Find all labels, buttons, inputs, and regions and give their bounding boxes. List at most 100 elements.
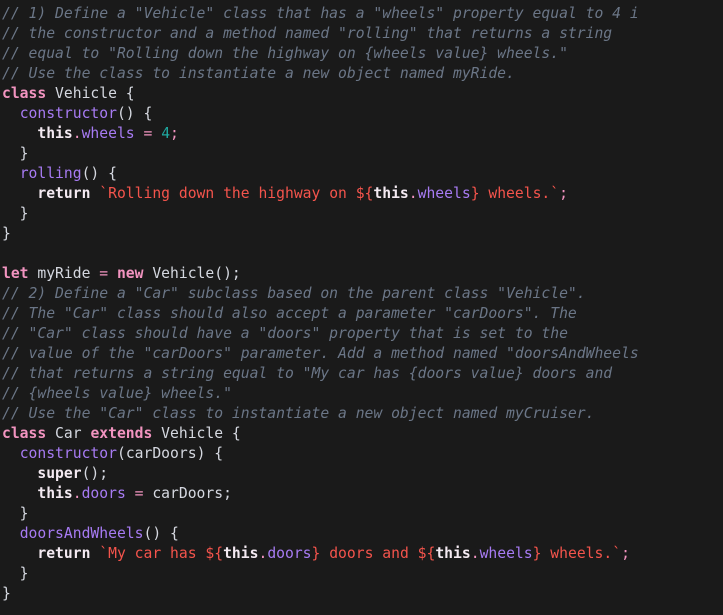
code-editor-surface[interactable]: // 1) Define a "Vehicle" class that has … bbox=[0, 0, 723, 615]
dot-operator: . bbox=[72, 125, 82, 142]
code-line: rolling() { bbox=[0, 164, 723, 184]
keyword-class: class bbox=[2, 425, 47, 442]
code-line: // value of the "carDoors" parameter. Ad… bbox=[0, 344, 723, 364]
code-line: this.wheels = 4; bbox=[0, 124, 723, 144]
code-line: doorsAndWheels() { bbox=[0, 524, 723, 544]
closing-brace: } bbox=[2, 585, 11, 602]
comment-text: // "Car" class should have a "doors" pro… bbox=[2, 325, 568, 342]
code-line: constructor(carDoors) { bbox=[0, 444, 723, 464]
keyword-this: this bbox=[373, 185, 409, 202]
superclass-name-vehicle: Vehicle { bbox=[152, 425, 241, 442]
code-line: // that returns a string equal to "My ca… bbox=[0, 364, 723, 384]
code-line: super(); bbox=[0, 464, 723, 484]
keyword-let: let bbox=[2, 265, 29, 282]
keyword-class: class bbox=[2, 85, 47, 102]
code-line: class Car extends Vehicle { bbox=[0, 424, 723, 444]
code-line: // {wheels value} wheels." bbox=[0, 384, 723, 404]
code-line: // equal to "Rolling down the highway on… bbox=[0, 44, 723, 64]
code-line: // The "Car" class should also accept a … bbox=[0, 304, 723, 324]
code-line: } bbox=[0, 504, 723, 524]
punctuation: () { bbox=[81, 165, 117, 182]
keyword-this: this bbox=[435, 545, 471, 562]
keyword-this: this bbox=[37, 485, 73, 502]
semicolon: ; bbox=[559, 185, 568, 202]
comment-text: // {wheels value} wheels." bbox=[2, 385, 232, 402]
closing-brace: } bbox=[2, 205, 29, 222]
class-name-vehicle: Vehicle { bbox=[46, 85, 135, 102]
number-literal: 4 bbox=[161, 125, 171, 142]
keyword-this: this bbox=[37, 125, 73, 142]
dot-operator: . bbox=[72, 485, 82, 502]
keyword-return: return bbox=[37, 545, 91, 562]
closing-brace: } bbox=[2, 145, 29, 162]
template-string: `Rolling down the highway on bbox=[90, 185, 356, 202]
property-wheels: wheels bbox=[479, 545, 533, 562]
code-line: class Vehicle { bbox=[0, 84, 723, 104]
comment-text: // value of the "carDoors" parameter. Ad… bbox=[2, 345, 639, 362]
assignment-operator: = bbox=[134, 125, 162, 142]
code-line: return `My car has ${this.doors} doors a… bbox=[0, 544, 723, 564]
closing-brace: } bbox=[2, 505, 29, 522]
template-string: wheels.` bbox=[541, 545, 622, 562]
comment-text: // the constructor and a method named "r… bbox=[2, 25, 613, 42]
property-doors: doors bbox=[81, 485, 126, 502]
property-wheels: wheels bbox=[417, 185, 471, 202]
code-line: } bbox=[0, 564, 723, 584]
punctuation: () { bbox=[116, 105, 153, 122]
punctuation: (); bbox=[81, 465, 109, 482]
code-line: } bbox=[0, 584, 723, 604]
keyword-extends: extends bbox=[90, 425, 153, 442]
dot-operator: . bbox=[408, 185, 418, 202]
closing-brace: } bbox=[2, 565, 29, 582]
code-line: } bbox=[0, 224, 723, 244]
constructor-call-vehicle: Vehicle(); bbox=[143, 265, 241, 282]
comment-text: // 1) Define a "Vehicle" class that has … bbox=[2, 5, 639, 22]
assignment-operator: = bbox=[125, 485, 153, 502]
dot-operator: . bbox=[470, 545, 480, 562]
code-block[interactable]: // 1) Define a "Vehicle" class that has … bbox=[0, 4, 723, 604]
comment-text: // 2) Define a "Car" subclass based on t… bbox=[2, 285, 586, 302]
interpolation-close: } bbox=[470, 185, 480, 202]
method-doorsandwheels: doorsAndWheels bbox=[19, 525, 144, 542]
variable-myride: myRide bbox=[28, 265, 100, 282]
assignment-operator: = bbox=[99, 265, 109, 282]
property-doors: doors bbox=[267, 545, 312, 562]
comment-text: // Use the class to instantiate a new ob… bbox=[2, 65, 515, 82]
code-line: // 1) Define a "Vehicle" class that has … bbox=[0, 4, 723, 24]
keyword-this: this bbox=[223, 545, 259, 562]
comment-text: // that returns a string equal to "My ca… bbox=[2, 365, 613, 382]
code-line: // 2) Define a "Car" subclass based on t… bbox=[0, 284, 723, 304]
comment-text: // equal to "Rolling down the highway on… bbox=[2, 45, 568, 62]
punctuation: ( bbox=[116, 445, 126, 462]
method-rolling: rolling bbox=[19, 165, 82, 182]
interpolation-open: ${ bbox=[417, 545, 436, 562]
interpolation-open: ${ bbox=[355, 185, 374, 202]
interpolation-open: ${ bbox=[205, 545, 224, 562]
punctuation: ) { bbox=[196, 445, 224, 462]
method-constructor: constructor bbox=[19, 105, 117, 122]
semicolon: ; bbox=[170, 125, 179, 142]
template-string: wheels.` bbox=[479, 185, 560, 202]
parameter-cardoors: carDoors bbox=[125, 445, 197, 462]
code-line: } bbox=[0, 144, 723, 164]
value-cardoors: carDoors; bbox=[152, 485, 232, 502]
property-wheels: wheels bbox=[81, 125, 135, 142]
template-string: doors and bbox=[320, 545, 418, 562]
template-string: `My car has bbox=[90, 545, 206, 562]
keyword-new: new bbox=[108, 265, 144, 282]
code-line: constructor() { bbox=[0, 104, 723, 124]
code-line: // Use the class to instantiate a new ob… bbox=[0, 64, 723, 84]
comment-text: // Use the "Car" class to instantiate a … bbox=[2, 405, 595, 422]
keyword-super: super bbox=[37, 465, 82, 482]
punctuation: () { bbox=[143, 525, 179, 542]
code-line: this.doors = carDoors; bbox=[0, 484, 723, 504]
code-line: return `Rolling down the highway on ${th… bbox=[0, 184, 723, 204]
method-constructor: constructor bbox=[19, 445, 117, 462]
semicolon: ; bbox=[621, 545, 630, 562]
code-line: let myRide = new Vehicle(); bbox=[0, 264, 723, 284]
code-line: // Use the "Car" class to instantiate a … bbox=[0, 404, 723, 424]
dot-operator: . bbox=[258, 545, 268, 562]
class-name-car: Car bbox=[46, 425, 91, 442]
closing-brace: } bbox=[2, 225, 11, 242]
